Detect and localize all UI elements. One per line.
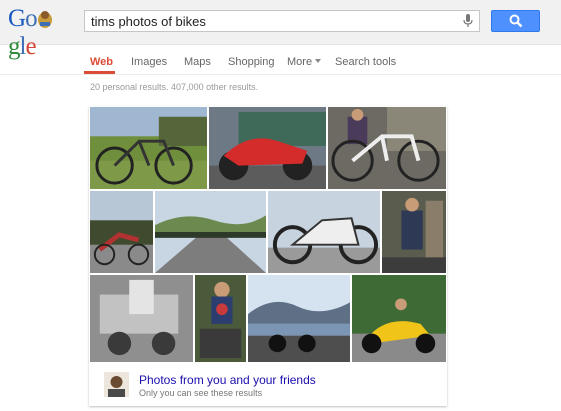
photo-thumbnail[interactable]: [267, 190, 381, 274]
photo-thumbnail[interactable]: [208, 106, 327, 190]
search-button[interactable]: [491, 10, 540, 32]
photo-thumbnail[interactable]: [327, 106, 447, 190]
photos-card: Photos from you and your friends Only yo…: [89, 106, 447, 406]
photo-thumbnail[interactable]: [247, 274, 351, 363]
photo-thumbnail[interactable]: [89, 190, 154, 274]
tab-web[interactable]: Web: [90, 56, 113, 68]
tab-shopping[interactable]: Shopping: [228, 56, 275, 68]
friends-photos-link[interactable]: Photos from you and your friends: [139, 373, 316, 387]
photo-thumbnail[interactable]: [194, 274, 247, 363]
tab-more[interactable]: More: [287, 56, 322, 68]
results-stats: 20 personal results. 407,000 other resul…: [90, 82, 259, 92]
photo-thumbnail[interactable]: [89, 274, 194, 363]
chevron-down-icon: [315, 59, 322, 63]
google-logo[interactable]: Gogle: [8, 5, 74, 60]
photo-thumbnail[interactable]: [89, 106, 208, 190]
photos-card-footer: Photos from you and your friends Only yo…: [89, 363, 447, 406]
header: Gogle tims photos of bikes: [0, 0, 561, 60]
doodle-icon: [37, 8, 54, 29]
tab-more-label: More: [287, 56, 313, 68]
search-query: tims photos of bikes: [91, 14, 206, 29]
active-tab-indicator: [84, 71, 115, 74]
tab-search-tools[interactable]: Search tools: [335, 56, 396, 68]
tab-images[interactable]: Images: [131, 56, 167, 68]
photo-thumbnail[interactable]: [154, 190, 267, 274]
avatar: [104, 372, 129, 397]
photo-thumbnail[interactable]: [351, 274, 447, 363]
photo-thumbnail[interactable]: [381, 190, 447, 274]
tab-maps[interactable]: Maps: [184, 56, 211, 68]
search-input[interactable]: tims photos of bikes: [84, 10, 480, 32]
search-tabs: Web Images Maps Shopping More Search too…: [0, 44, 561, 75]
privacy-note: Only you can see these results: [139, 388, 263, 398]
search-icon: [509, 14, 523, 28]
microphone-icon[interactable]: [463, 14, 473, 28]
